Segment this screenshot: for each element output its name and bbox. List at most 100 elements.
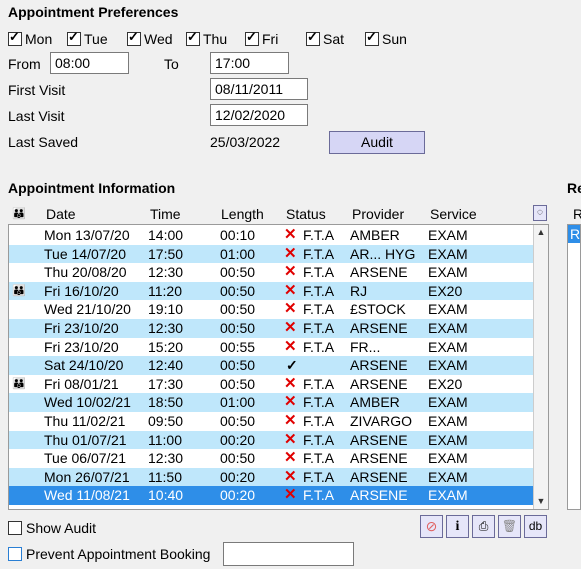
appointments-table[interactable]: Mon 13/07/20 14:00 00:10 ✕ F.T.A AMBER EXAM Tue…: [8, 224, 549, 510]
cancel-icon[interactable]: ⊘: [420, 515, 443, 538]
cell-length: 01:00: [220, 245, 256, 262]
table-row[interactable]: Wed 10/02/21 18:50 01:00 ✕ F.T.A AMBER EXAM: [9, 393, 534, 412]
cell-length: 00:50: [220, 301, 256, 318]
col-header-status[interactable]: Status: [286, 206, 326, 222]
cell-time: 09:50: [148, 413, 184, 429]
cell-length: 00:50: [220, 375, 256, 392]
show-audit-label: Show Audit: [26, 520, 97, 536]
cell-provider: ARSENE: [350, 320, 408, 336]
day-option-fri[interactable]: Fri: [245, 29, 278, 47]
cell-service: EXAM: [428, 450, 468, 467]
day-option-sun[interactable]: Sun: [365, 29, 407, 47]
cell-status: F.T.A: [303, 413, 335, 429]
cell-status: F.T.A: [303, 450, 335, 467]
col-header-date[interactable]: Date: [46, 206, 76, 222]
to-time-field[interactable]: 17:00: [210, 52, 289, 74]
cell-status: F.T.A: [303, 487, 335, 504]
table-row[interactable]: Thu 01/07/21 11:00 00:20 ✕ F.T.A ARSENE EXAM: [9, 430, 534, 450]
table-row[interactable]: Fri 23/10/20 12:30 00:50 ✕ F.T.A ARSENE EXAM: [9, 319, 534, 338]
day-checkbox-thu[interactable]: [186, 29, 200, 46]
fta-x-icon: ✕: [284, 486, 297, 504]
cell-length: 00:10: [220, 227, 256, 243]
fta-x-icon: ✕: [284, 337, 297, 355]
scroll-down-icon[interactable]: ▼: [534, 494, 548, 509]
day-option-sat[interactable]: Sat: [306, 29, 344, 47]
cell-service: EXAM: [428, 487, 468, 504]
cell-provider: ARSENE: [350, 264, 408, 281]
cell-service: EXAM: [428, 338, 468, 355]
audit-button[interactable]: Audit: [329, 131, 425, 154]
table-row[interactable]: Tue 06/07/21 12:30 00:50 ✕ F.T.A ARSENE EXAM: [9, 449, 534, 468]
day-checkbox-mon[interactable]: [8, 29, 22, 46]
cell-length: 00:20: [220, 487, 256, 504]
fta-x-icon: ✕: [284, 393, 297, 411]
cell-date: Mon 26/07/21: [44, 468, 130, 485]
cell-time: 17:30: [148, 375, 184, 392]
col-header-length[interactable]: Length: [221, 206, 264, 222]
show-audit-checkbox[interactable]: [8, 521, 22, 535]
prevent-booking-checkbox[interactable]: [8, 547, 22, 561]
table-row[interactable]: Fri 23/10/20 15:20 00:55 ✕ F.T.A FR... EXAM: [9, 338, 534, 357]
info-icon[interactable]: i: [446, 515, 469, 538]
day-checkbox-fri[interactable]: [245, 29, 259, 46]
cell-date: Wed 10/02/21: [44, 394, 131, 411]
table-row[interactable]: Thu 11/02/21 09:50 00:50 ✕ F.T.A ZIVARGO EXAM: [9, 412, 534, 431]
day-option-wed[interactable]: Wed: [127, 29, 173, 47]
table-row[interactable]: Sat 24/10/20 12:40 00:50 ✓ ARSENE EXAM: [9, 356, 534, 375]
day-option-thu[interactable]: Thu: [186, 29, 227, 47]
day-checkbox-wed[interactable]: [127, 29, 141, 46]
print-icon[interactable]: ⎙: [472, 515, 495, 538]
from-time-field[interactable]: 08:00: [50, 52, 129, 74]
cell-service: EXAM: [428, 468, 468, 485]
first-visit-field[interactable]: 08/11/2011: [210, 78, 308, 100]
right-panel-selected-item[interactable]: R: [568, 225, 580, 243]
day-option-mon[interactable]: Mon: [8, 29, 52, 47]
cell-service: EX20: [428, 375, 463, 392]
cell-provider: ARSENE: [350, 450, 408, 467]
show-audit-option[interactable]: Show Audit: [8, 520, 96, 536]
prevent-booking-option[interactable]: Prevent Appointment Booking: [8, 546, 210, 562]
table-row[interactable]: Mon 13/07/20 14:00 00:10 ✕ F.T.A AMBER EXAM: [9, 226, 534, 245]
table-row[interactable]: 👪 Fri 08/01/21 17:30 00:50 ✕ F.T.A ARSENE EX20: [9, 375, 534, 394]
table-row[interactable]: Thu 20/08/20 12:30 00:50 ✕ F.T.A ARSENE EXAM: [9, 263, 534, 282]
preferences-title: Appointment Preferences: [8, 4, 179, 20]
day-checkbox-sat[interactable]: [306, 29, 320, 46]
scroll-up-icon[interactable]: ▲: [534, 225, 548, 240]
table-row[interactable]: Wed 11/08/21 10:40 00:20 ✕ F.T.A ARSENE EXAM: [9, 486, 534, 505]
cell-status: F.T.A: [303, 301, 335, 318]
day-label: Sun: [382, 31, 407, 47]
cell-status: F.T.A: [303, 245, 335, 262]
family-icon: 👪: [12, 377, 26, 390]
cell-provider: £STOCK: [350, 301, 406, 318]
day-option-tue[interactable]: Tue: [67, 29, 108, 47]
appointments-scrollbar[interactable]: ▲ ▼: [533, 225, 548, 509]
day-checkbox-sun[interactable]: [365, 29, 379, 46]
table-row[interactable]: Tue 14/07/20 17:50 01:00 ✕ F.T.A AR... HYG EXA…: [9, 244, 534, 264]
col-header-provider[interactable]: Provider: [352, 206, 404, 222]
delete-icon[interactable]: 🗑: [498, 515, 521, 538]
cell-status: F.T.A: [303, 338, 335, 355]
database-button[interactable]: db: [524, 515, 547, 538]
cell-time: 12:30: [148, 320, 184, 336]
cell-date: Fri 16/10/20: [44, 282, 119, 299]
cell-provider: ARSENE: [350, 468, 408, 485]
cell-time: 19:10: [148, 301, 184, 318]
day-checkboxes: Mon Tue Wed Thu Fri Sat Sun: [8, 29, 428, 49]
fta-x-icon: ✕: [284, 281, 297, 299]
col-header-time[interactable]: Time: [150, 206, 181, 222]
right-panel-list[interactable]: R: [567, 224, 581, 510]
table-row[interactable]: Wed 21/10/20 19:10 00:50 ✕ F.T.A £STOCK EXAM: [9, 300, 534, 319]
cell-time: 11:00: [148, 431, 182, 448]
table-row[interactable]: Mon 26/07/21 11:50 00:20 ✕ F.T.A ARSENE EXAM: [9, 467, 534, 487]
table-row[interactable]: 👪 Fri 16/10/20 11:20 00:50 ✕ F.T.A RJ EX20: [9, 281, 534, 301]
last-visit-field[interactable]: 12/02/2020: [210, 104, 308, 126]
prevent-booking-field[interactable]: [223, 542, 354, 566]
cell-service: EXAM: [428, 431, 468, 448]
col-header-service[interactable]: Service: [430, 206, 477, 222]
day-checkbox-tue[interactable]: [67, 29, 81, 46]
cell-provider: FR...: [350, 338, 381, 355]
cell-provider: ARSENE: [350, 375, 408, 392]
cell-date: Thu 20/08/20: [44, 264, 127, 281]
column-chooser-button[interactable]: ◌: [533, 205, 547, 221]
cell-date: Wed 11/08/21: [44, 487, 130, 504]
